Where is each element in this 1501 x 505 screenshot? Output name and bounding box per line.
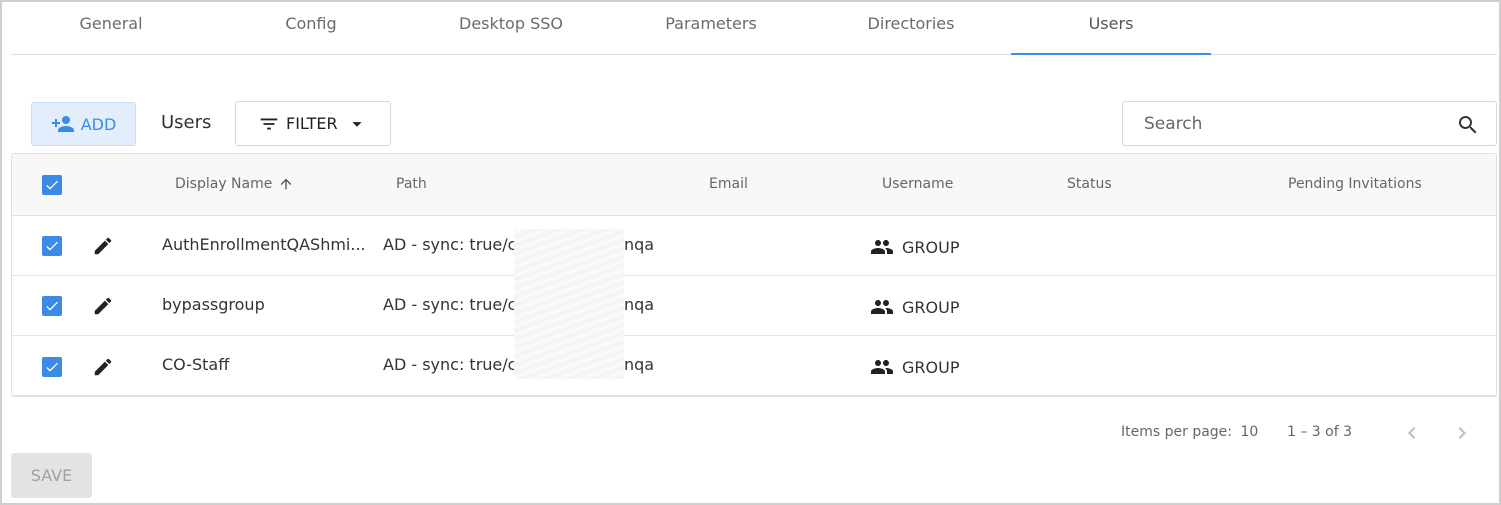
tab-general[interactable]: General bbox=[11, 0, 211, 54]
cell-username: GROUP bbox=[870, 295, 959, 319]
items-per-page-value[interactable]: 10 bbox=[1240, 424, 1258, 440]
row-checkbox[interactable] bbox=[42, 296, 62, 316]
header-path[interactable]: Path bbox=[396, 176, 427, 192]
username-label: GROUP bbox=[902, 297, 960, 317]
group-icon bbox=[871, 360, 893, 374]
tab-parameters[interactable]: Parameters bbox=[611, 0, 811, 54]
header-status[interactable]: Status bbox=[1067, 176, 1112, 192]
table-row[interactable]: bypassgroup AD - sync: true/co nqa GROUP bbox=[12, 276, 1496, 336]
cell-username: GROUP bbox=[870, 355, 959, 379]
chevron-right-icon[interactable] bbox=[1450, 421, 1474, 445]
person-add-icon bbox=[51, 116, 74, 132]
group-icon bbox=[871, 240, 893, 254]
tab-bar: General Config Desktop SSO Parameters Di… bbox=[11, 0, 1497, 55]
select-all-checkbox[interactable] bbox=[42, 175, 62, 195]
cell-username: GROUP bbox=[870, 235, 959, 259]
table-header: Display Name Path Email Username Status … bbox=[12, 154, 1496, 216]
row-checkbox[interactable] bbox=[42, 236, 62, 256]
username-label: GROUP bbox=[902, 237, 960, 257]
arrow-up-icon bbox=[281, 178, 292, 190]
add-button[interactable]: ADD bbox=[31, 102, 136, 146]
header-pending-invitations[interactable]: Pending Invitations bbox=[1288, 176, 1422, 192]
caret-down-icon bbox=[352, 121, 362, 127]
users-table: Display Name Path Email Username Status … bbox=[11, 153, 1497, 397]
add-button-label: ADD bbox=[80, 114, 117, 134]
search-input[interactable] bbox=[1124, 103, 1444, 144]
cell-display-name: CO-Staff bbox=[162, 355, 230, 374]
header-email[interactable]: Email bbox=[709, 176, 748, 192]
users-title: Users bbox=[161, 112, 212, 133]
check-icon bbox=[46, 301, 58, 311]
search-box bbox=[1122, 101, 1497, 146]
cell-path-end: nqa bbox=[624, 235, 655, 254]
header-display-name-label: Display Name bbox=[175, 176, 273, 192]
chevron-left-icon[interactable] bbox=[1400, 421, 1424, 445]
cell-path-start: AD - sync: true/co bbox=[383, 355, 527, 374]
save-button[interactable]: SAVE bbox=[11, 453, 92, 498]
filter-button-label: FILTER bbox=[286, 114, 338, 133]
cell-display-name: bypassgroup bbox=[162, 295, 265, 314]
tab-desktop-sso[interactable]: Desktop SSO bbox=[411, 0, 611, 54]
tab-config[interactable]: Config bbox=[211, 0, 411, 54]
check-icon bbox=[46, 180, 58, 190]
page-range: 1 – 3 of 3 bbox=[1287, 424, 1353, 440]
cell-path-end: nqa bbox=[624, 355, 655, 374]
cell-path-end: nqa bbox=[624, 295, 655, 314]
row-checkbox[interactable] bbox=[42, 357, 62, 377]
check-icon bbox=[46, 241, 58, 251]
cell-display-name: AuthEnrollmentQAShmi... bbox=[162, 235, 366, 254]
tab-users[interactable]: Users bbox=[1011, 0, 1211, 55]
tab-directories[interactable]: Directories bbox=[811, 0, 1011, 54]
filter-icon bbox=[260, 118, 278, 129]
filter-button[interactable]: FILTER bbox=[235, 101, 391, 146]
cell-path-start: AD - sync: true/co bbox=[383, 235, 527, 254]
group-icon bbox=[871, 300, 893, 314]
edit-pencil-icon[interactable] bbox=[92, 356, 114, 378]
header-username[interactable]: Username bbox=[882, 176, 953, 192]
header-display-name[interactable]: Display Name bbox=[175, 176, 294, 192]
table-row[interactable]: CO-Staff AD - sync: true/co nqa GROUP bbox=[12, 336, 1496, 396]
check-icon bbox=[46, 362, 58, 372]
redacted-region bbox=[514, 229, 624, 379]
items-per-page: Items per page: 10 bbox=[1121, 424, 1258, 440]
username-label: GROUP bbox=[902, 357, 960, 377]
search-icon[interactable] bbox=[1456, 113, 1480, 137]
edit-pencil-icon[interactable] bbox=[92, 295, 114, 317]
table-row[interactable]: AuthEnrollmentQAShmi... AD - sync: true/… bbox=[12, 216, 1496, 276]
cell-path-start: AD - sync: true/co bbox=[383, 295, 527, 314]
edit-pencil-icon[interactable] bbox=[92, 235, 114, 257]
items-per-page-label: Items per page: bbox=[1121, 424, 1233, 440]
